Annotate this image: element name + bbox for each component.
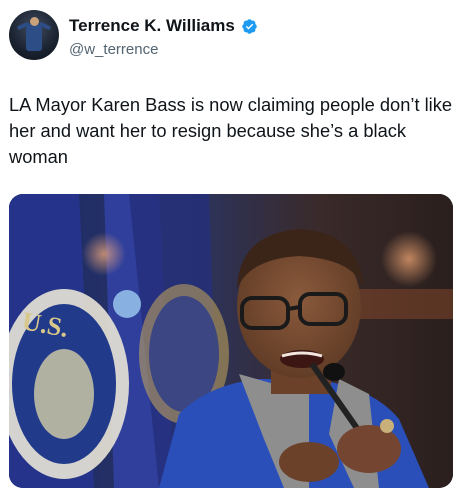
avatar-head	[30, 17, 39, 26]
tweet-media-photo[interactable]: U.S.	[9, 194, 453, 488]
photo-illustration: U.S.	[9, 194, 453, 488]
verified-badge-icon	[242, 18, 257, 34]
author-handle[interactable]: @w_terrence	[69, 41, 158, 58]
author-display-name[interactable]: Terrence K. Williams	[69, 16, 235, 36]
tweet-text: LA Mayor Karen Bass is now claiming peop…	[9, 94, 453, 167]
name-row: Terrence K. Williams	[69, 16, 258, 36]
author-avatar[interactable]	[9, 10, 59, 60]
tweet-header: Terrence K. Williams @w_terrence	[9, 10, 449, 62]
avatar-figure	[26, 23, 42, 51]
